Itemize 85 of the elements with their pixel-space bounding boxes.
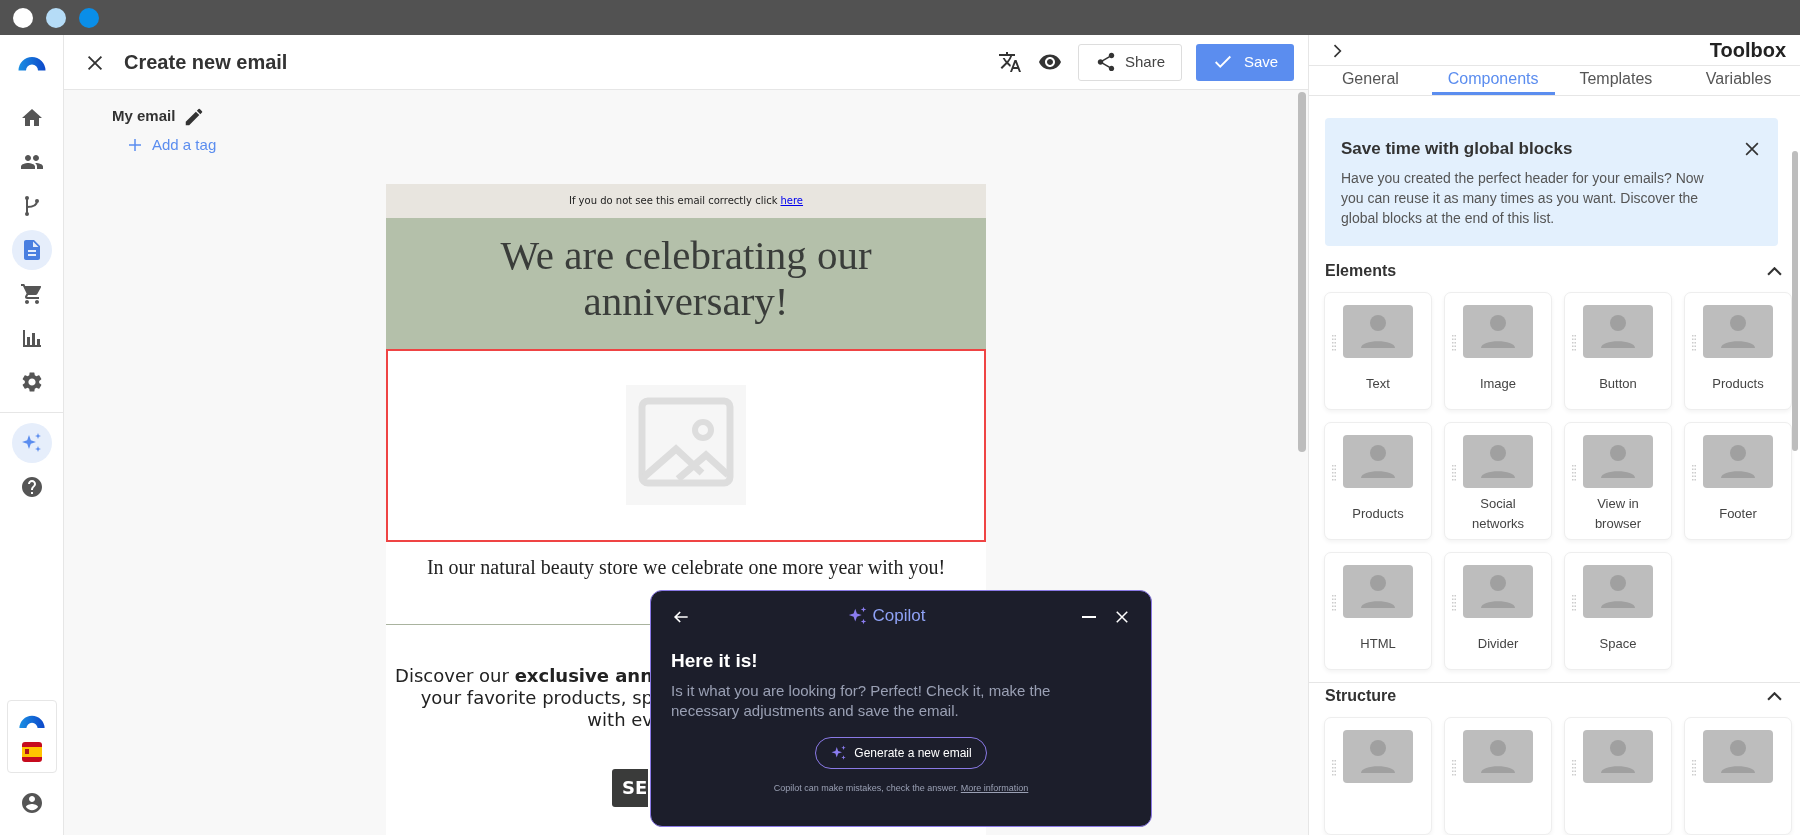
component-card[interactable] <box>1684 717 1792 835</box>
cart-icon <box>19 282 44 306</box>
drag-handle-icon[interactable] <box>1692 760 1696 776</box>
component-label: Button <box>1598 374 1638 393</box>
email-name: My email <box>112 105 176 126</box>
component-card[interactable]: Footer <box>1684 422 1792 541</box>
component-label: View in browser <box>1593 494 1643 533</box>
placeholder-thumbnail-icon <box>1703 730 1773 783</box>
logo-icon[interactable] <box>16 54 47 71</box>
view-online-link[interactable]: here <box>780 193 804 208</box>
image-block[interactable] <box>386 348 986 542</box>
sidebar-item[interactable] <box>11 230 52 270</box>
spain-flag-icon[interactable] <box>21 742 42 762</box>
sparkle-icon <box>830 744 849 762</box>
scrollbar[interactable] <box>1792 151 1798 451</box>
component-label: Social networks <box>1471 494 1525 533</box>
placeholder-thumbnail-icon <box>1583 730 1653 783</box>
copilot-message: Is it what you are looking for? Perfect! Check it, make the necessary adjustments and save the email. <box>671 681 1052 721</box>
minimize-icon <box>1081 615 1097 618</box>
section-title: Structure <box>1325 686 1397 706</box>
component-card[interactable]: Space <box>1564 552 1672 671</box>
component-label: Text <box>1365 374 1391 393</box>
component-card[interactable] <box>1564 717 1672 835</box>
email-headline: We are celebrating our anniversary! <box>499 231 873 324</box>
help-icon <box>19 475 44 499</box>
banner-title: Save time with global blocks <box>1341 138 1574 160</box>
copilot-heading: Here it is! <box>671 648 759 673</box>
panel-title: Toolbox <box>1709 38 1786 63</box>
window-button[interactable] <box>46 7 66 28</box>
component-card[interactable]: Social networks <box>1444 422 1552 541</box>
component-card[interactable]: HTML <box>1324 552 1432 671</box>
panel-tab[interactable]: Variables <box>1677 66 1800 95</box>
scrollbar[interactable] <box>1298 92 1306 452</box>
preheader-text: If you do not see this email correctly click <box>568 194 778 208</box>
placeholder-thumbnail-icon <box>1583 565 1653 619</box>
placeholder-thumbnail-icon <box>1463 435 1533 489</box>
image-placeholder-icon <box>626 385 746 505</box>
placeholder-thumbnail-icon <box>1463 305 1533 359</box>
placeholder-thumbnail-icon <box>1343 730 1413 783</box>
component-card[interactable]: View in browser <box>1564 422 1672 541</box>
component-label: Products <box>1711 374 1765 393</box>
disclaimer-text: Copilot can make mistakes, check the answer. <box>773 783 960 793</box>
user-icon <box>19 791 44 815</box>
shop-button[interactable]: SE <box>612 768 649 807</box>
chevron-up-icon <box>1767 267 1782 277</box>
component-card[interactable]: Products <box>1684 292 1792 411</box>
component-card[interactable]: Text <box>1324 292 1432 411</box>
component-label: Divider <box>1476 634 1520 653</box>
component-label: Products <box>1351 504 1405 523</box>
component-card[interactable] <box>1444 717 1552 835</box>
share-button[interactable]: Share <box>1078 43 1182 81</box>
section-title: Elements <box>1325 260 1397 281</box>
translate-button[interactable] <box>998 49 1022 75</box>
component-label: Image <box>1478 374 1518 393</box>
placeholder-thumbnail-icon <box>1343 305 1413 359</box>
banner-text: Have you created the perfect header for your emails? Now you can reuse it as many times as you want. Discover the global blocks at the end of this list. <box>1341 168 1705 228</box>
panel-tab[interactable]: Templates <box>1554 66 1678 95</box>
placeholder-thumbnail-icon <box>1343 565 1413 619</box>
drag-handle-icon[interactable] <box>1452 760 1456 776</box>
intro-text: In our natural beauty store we celebrate one more year with you! <box>425 554 947 581</box>
component-label: Footer <box>1718 504 1758 523</box>
drag-handle-icon[interactable] <box>1332 760 1336 776</box>
translate-icon <box>998 50 1022 75</box>
component-card[interactable]: Button <box>1564 292 1672 411</box>
share-icon <box>1095 51 1117 73</box>
page-title: Create new email <box>124 50 288 75</box>
component-card[interactable]: Products <box>1324 422 1432 541</box>
placeholder-thumbnail-icon <box>1583 435 1653 489</box>
drag-handle-icon[interactable] <box>1572 760 1576 776</box>
component-card[interactable] <box>1324 717 1432 835</box>
component-label: Space <box>1598 634 1638 653</box>
component-card[interactable]: Divider <box>1444 552 1552 671</box>
placeholder-thumbnail-icon <box>1463 565 1533 619</box>
placeholder-thumbnail-icon <box>1343 435 1413 489</box>
placeholder-thumbnail-icon <box>1703 305 1773 359</box>
more-information-link[interactable]: More information <box>960 783 1029 793</box>
placeholder-thumbnail-icon <box>1463 730 1533 783</box>
placeholder-thumbnail-icon <box>1583 305 1653 359</box>
component-card[interactable]: Image <box>1444 292 1552 411</box>
panel-tab[interactable]: General <box>1309 66 1432 95</box>
copilot-title: Copilot <box>872 605 926 627</box>
chevron-up-icon <box>1767 692 1782 702</box>
component-label: HTML <box>1359 634 1397 653</box>
window-button[interactable] <box>13 7 33 28</box>
placeholder-thumbnail-icon <box>1703 435 1773 489</box>
